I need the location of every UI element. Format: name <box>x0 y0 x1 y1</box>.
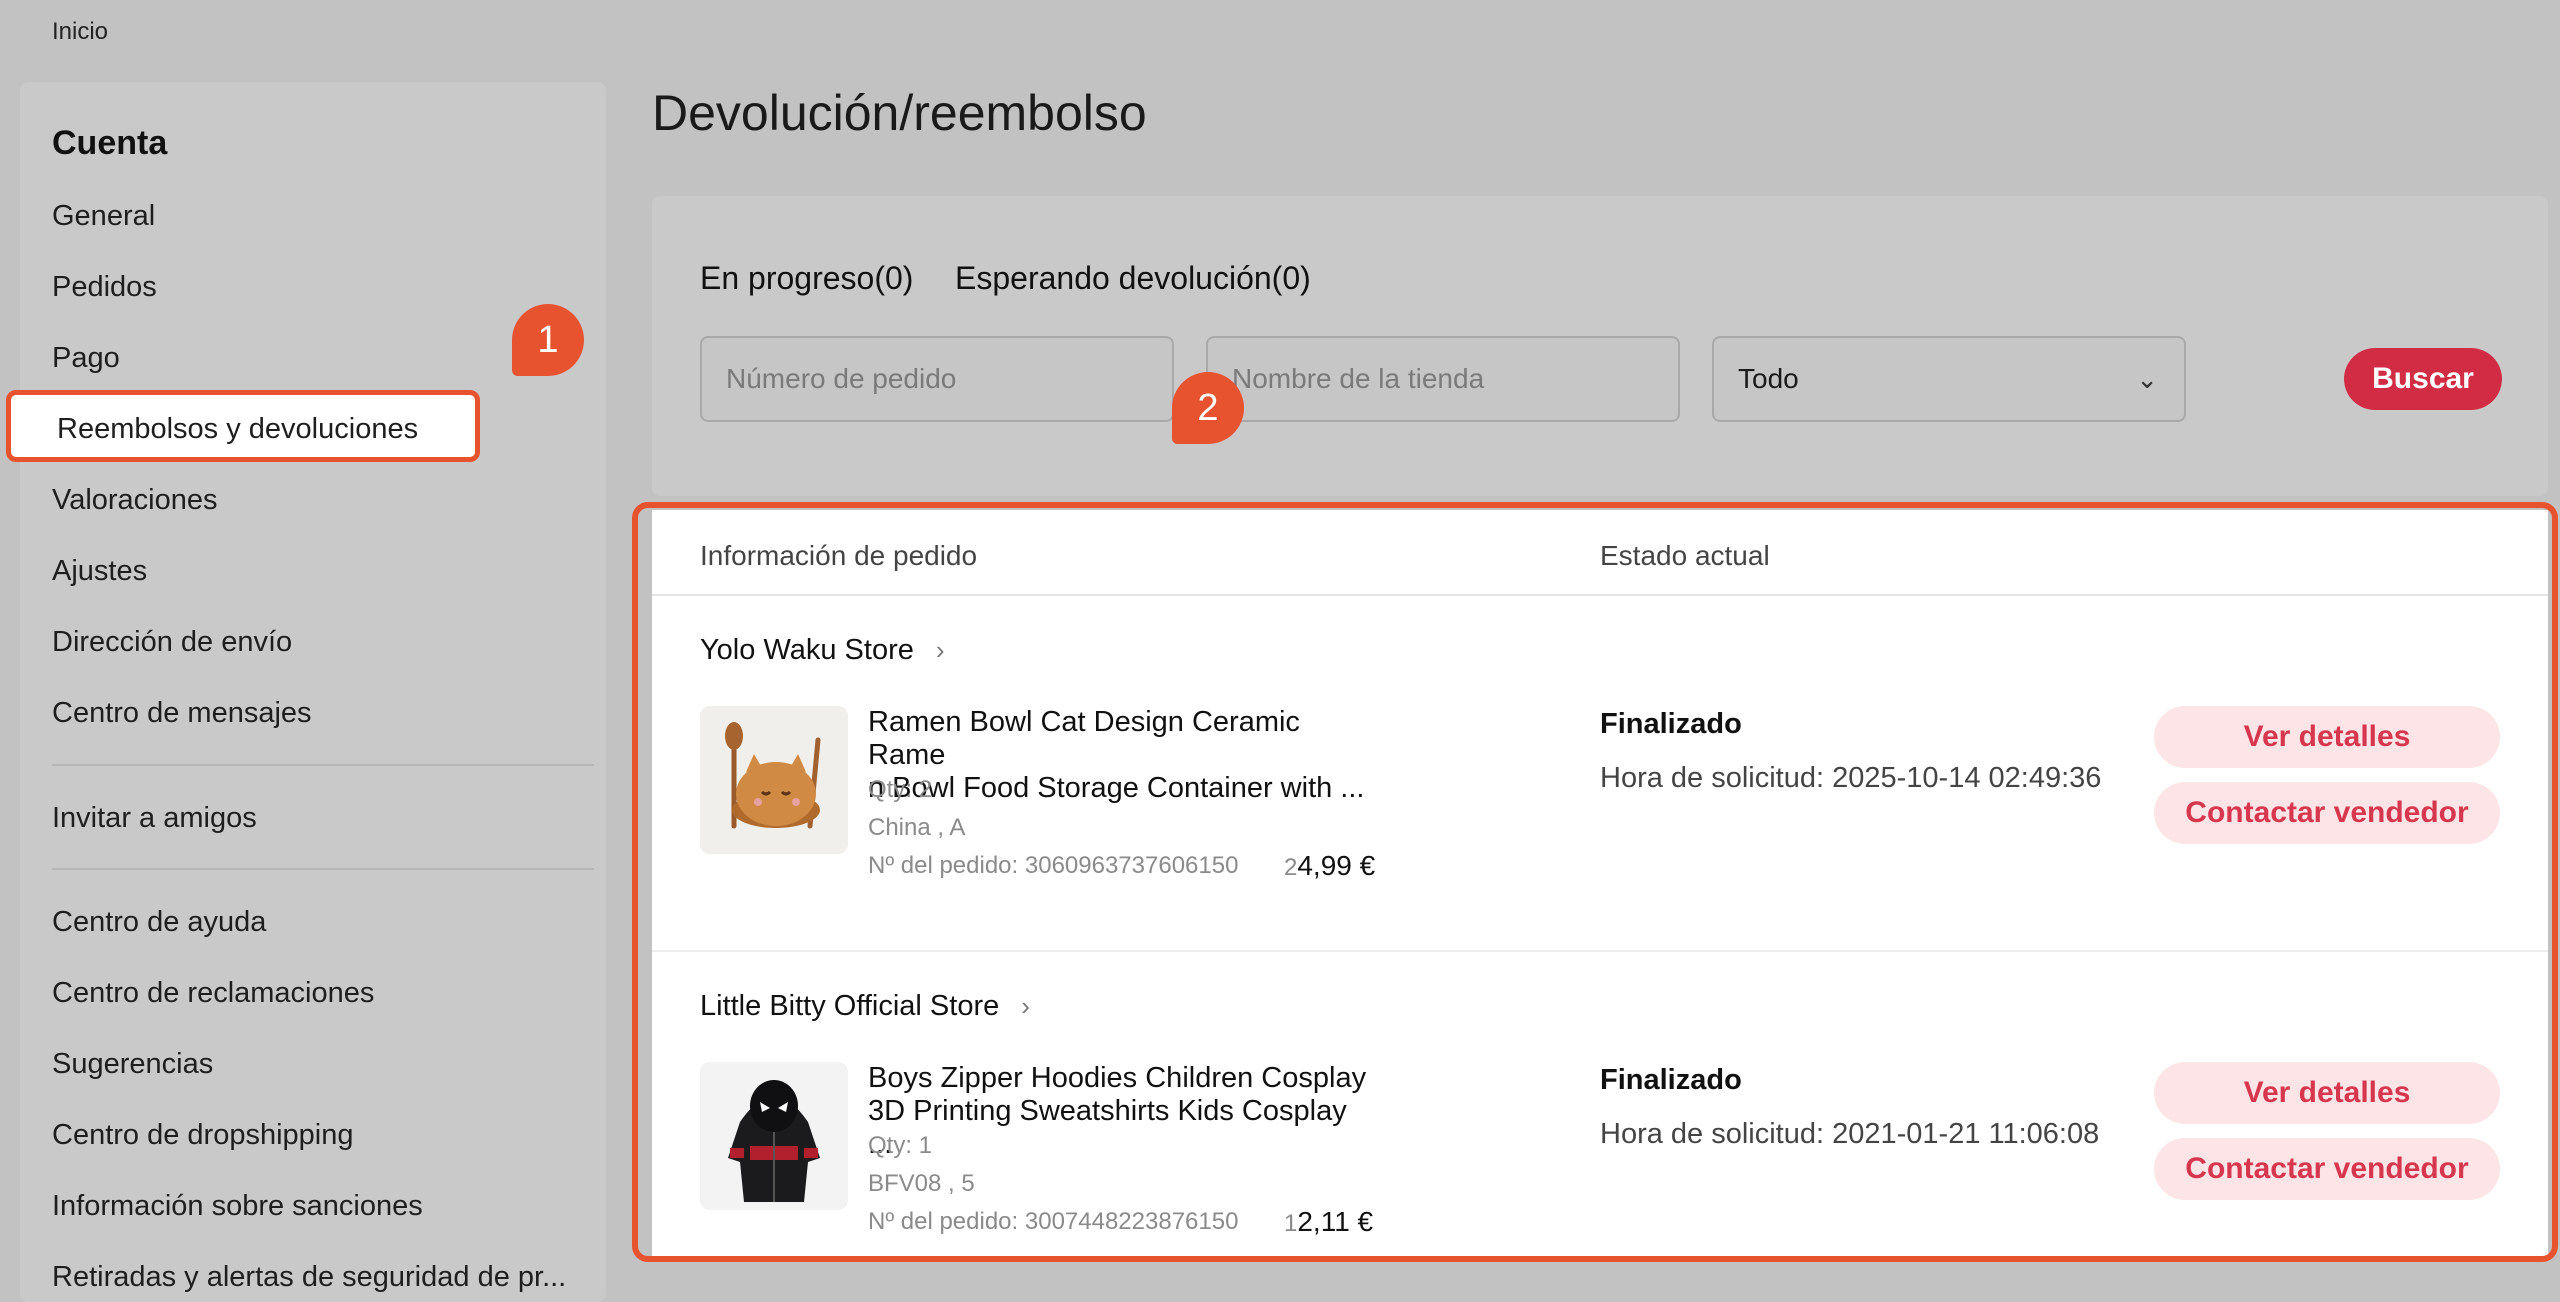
page-title: Devolución/reembolso <box>652 85 1147 141</box>
sidebar-item-recalls[interactable]: Retiradas y alertas de seguridad de pr..… <box>52 1261 566 1294</box>
annotation-badge-2: 2 <box>1172 372 1244 444</box>
sidebar-item-help-center[interactable]: Centro de ayuda <box>52 906 266 939</box>
store-name-input[interactable]: Nombre de la tienda <box>1206 336 1680 422</box>
annotation-badge-1: 1 <box>512 304 584 376</box>
sidebar-item-refunds-returns[interactable]: Reembolsos y devoluciones <box>6 390 480 462</box>
sidebar-item-settings[interactable]: Ajustes <box>52 555 147 588</box>
sidebar-item-invite-friends[interactable]: Invitar a amigos <box>52 802 257 835</box>
breadcrumb[interactable]: Inicio <box>52 18 108 46</box>
tab-awaiting-return[interactable]: Esperando devolución(0) <box>955 260 1311 297</box>
sidebar-item-reviews[interactable]: Valoraciones <box>52 484 218 517</box>
sidebar-divider <box>52 868 594 870</box>
account-sidebar: Cuenta General Pedidos Pago Valoraciones… <box>20 82 606 1302</box>
tab-in-progress[interactable]: En progreso(0) <box>700 260 913 297</box>
annotation-highlight-orders <box>632 502 2558 1262</box>
sidebar-item-dropshipping[interactable]: Centro de dropshipping <box>52 1119 353 1152</box>
filter-panel: En progreso(0) Esperando devolución(0) N… <box>652 196 2548 496</box>
sidebar-item-general[interactable]: General <box>52 200 155 233</box>
search-button[interactable]: Buscar <box>2344 348 2502 410</box>
order-number-input[interactable]: Número de pedido <box>700 336 1174 422</box>
status-select[interactable]: Todo ⌄ <box>1712 336 2186 422</box>
sidebar-heading: Cuenta <box>52 124 168 162</box>
sidebar-divider <box>52 764 594 766</box>
sidebar-item-orders[interactable]: Pedidos <box>52 271 157 304</box>
sidebar-item-sanctions[interactable]: Información sobre sanciones <box>52 1190 423 1223</box>
chevron-down-icon: ⌄ <box>2136 364 2158 394</box>
sidebar-item-payment[interactable]: Pago <box>52 342 120 375</box>
sidebar-item-message-center[interactable]: Centro de mensajes <box>52 697 312 730</box>
sidebar-item-shipping-address[interactable]: Dirección de envío <box>52 626 292 659</box>
sidebar-item-suggestions[interactable]: Sugerencias <box>52 1048 213 1081</box>
sidebar-item-complaints-center[interactable]: Centro de reclamaciones <box>52 977 374 1010</box>
status-select-value: Todo <box>1738 363 1799 394</box>
sidebar-item-label: Reembolsos y devoluciones <box>57 413 419 445</box>
